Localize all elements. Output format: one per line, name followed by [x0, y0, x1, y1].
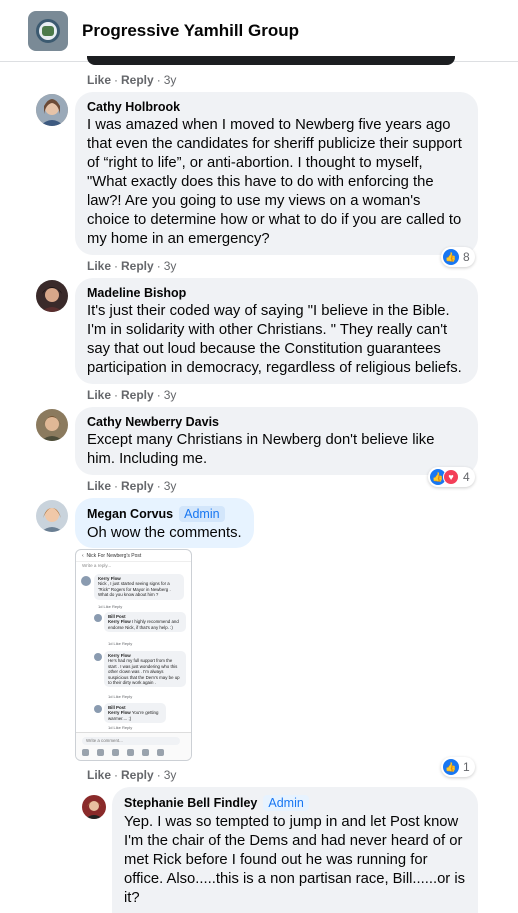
comment-time[interactable]: 3y	[164, 479, 177, 493]
comment-author[interactable]: Cathy Newberry Davis	[87, 415, 466, 429]
comment-bubble: Megan Corvus Admin Oh wow the comments.	[75, 498, 254, 548]
like-reaction-icon: 👍	[443, 249, 459, 265]
comment-author[interactable]: Stephanie Bell Findley	[124, 796, 257, 810]
comment-actions: Like · Reply · 3y	[87, 479, 177, 493]
comment-actions: Like · Reply · 3y	[87, 259, 177, 273]
like-link[interactable]: Like	[87, 388, 111, 402]
comment-time[interactable]: 3y	[164, 73, 177, 87]
comment-text: I was amazed when I moved to Newberg fiv…	[87, 117, 462, 247]
madeline-bishop-avatar-icon	[36, 280, 68, 312]
love-reaction-icon: ♥	[443, 469, 459, 485]
avatar[interactable]	[36, 94, 68, 126]
comment-image-attachment[interactable]: ‹ Nick For Newberg's Post Write a reply.…	[75, 549, 192, 761]
comment-author[interactable]: Madeline Bishop	[87, 286, 466, 300]
comment-text: It's just their coded way of saying "I b…	[87, 303, 462, 376]
reply-link[interactable]: Reply	[121, 479, 154, 493]
reply-link[interactable]: Reply	[121, 73, 154, 87]
reply-link[interactable]: Reply	[121, 259, 154, 273]
avatar[interactable]	[36, 500, 68, 532]
group-header: Progressive Yamhill Group	[0, 0, 518, 62]
comment-bubble: Stephanie Bell Findley Admin Yep. I was …	[112, 787, 478, 913]
comment-actions: Like · Reply · 3y	[87, 73, 177, 87]
reply-link[interactable]: Reply	[121, 768, 154, 782]
reaction-count[interactable]: 👍 8	[441, 247, 475, 267]
like-link[interactable]: Like	[87, 479, 111, 493]
cathy-holbrook-avatar-icon	[36, 94, 68, 126]
comment-bubble: Madeline Bishop It's just their coded wa…	[75, 278, 478, 384]
previous-attachment-edge	[87, 56, 455, 65]
comment-text: Yep. I was so tempted to jump in and let…	[124, 814, 466, 906]
comment-author[interactable]: Megan Corvus	[87, 507, 173, 521]
like-link[interactable]: Like	[87, 768, 111, 782]
avatar[interactable]	[36, 409, 68, 441]
comment-time[interactable]: 3y	[164, 259, 177, 273]
avatar[interactable]	[36, 280, 68, 312]
admin-badge[interactable]: Admin	[179, 506, 225, 522]
reaction-count[interactable]: 👍 1	[441, 757, 475, 777]
comment-bubble: Cathy Holbrook I was amazed when I moved…	[75, 92, 478, 255]
cathy-newberry-davis-avatar-icon	[36, 409, 68, 441]
group-name[interactable]: Progressive Yamhill Group	[82, 21, 299, 41]
group-avatar[interactable]	[28, 10, 68, 51]
comment-actions: Like · Reply · 3y	[87, 768, 177, 782]
avatar[interactable]	[82, 795, 106, 819]
like-link[interactable]: Like	[87, 259, 111, 273]
stephanie-bell-findley-avatar-icon	[82, 795, 106, 819]
reply-link[interactable]: Reply	[121, 388, 154, 402]
comment-text: Oh wow the comments.	[87, 525, 242, 541]
reaction-count[interactable]: 👍 ♥ 4	[428, 467, 475, 487]
megan-corvus-avatar-icon	[36, 500, 68, 532]
comment-bubble: Cathy Newberry Davis Except many Christi…	[75, 407, 478, 475]
admin-badge[interactable]: Admin	[263, 795, 309, 811]
comment-actions: Like · Reply · 3y	[87, 388, 177, 402]
like-reaction-icon: 👍	[443, 759, 459, 775]
comment-time[interactable]: 3y	[164, 768, 177, 782]
screenshot-title: Nick For Newberg's Post	[86, 553, 142, 559]
comment-text: Except many Christians in Newberg don't …	[87, 432, 435, 467]
comment-time[interactable]: 3y	[164, 388, 177, 402]
like-link[interactable]: Like	[87, 73, 111, 87]
comment-author[interactable]: Cathy Holbrook	[87, 100, 466, 114]
